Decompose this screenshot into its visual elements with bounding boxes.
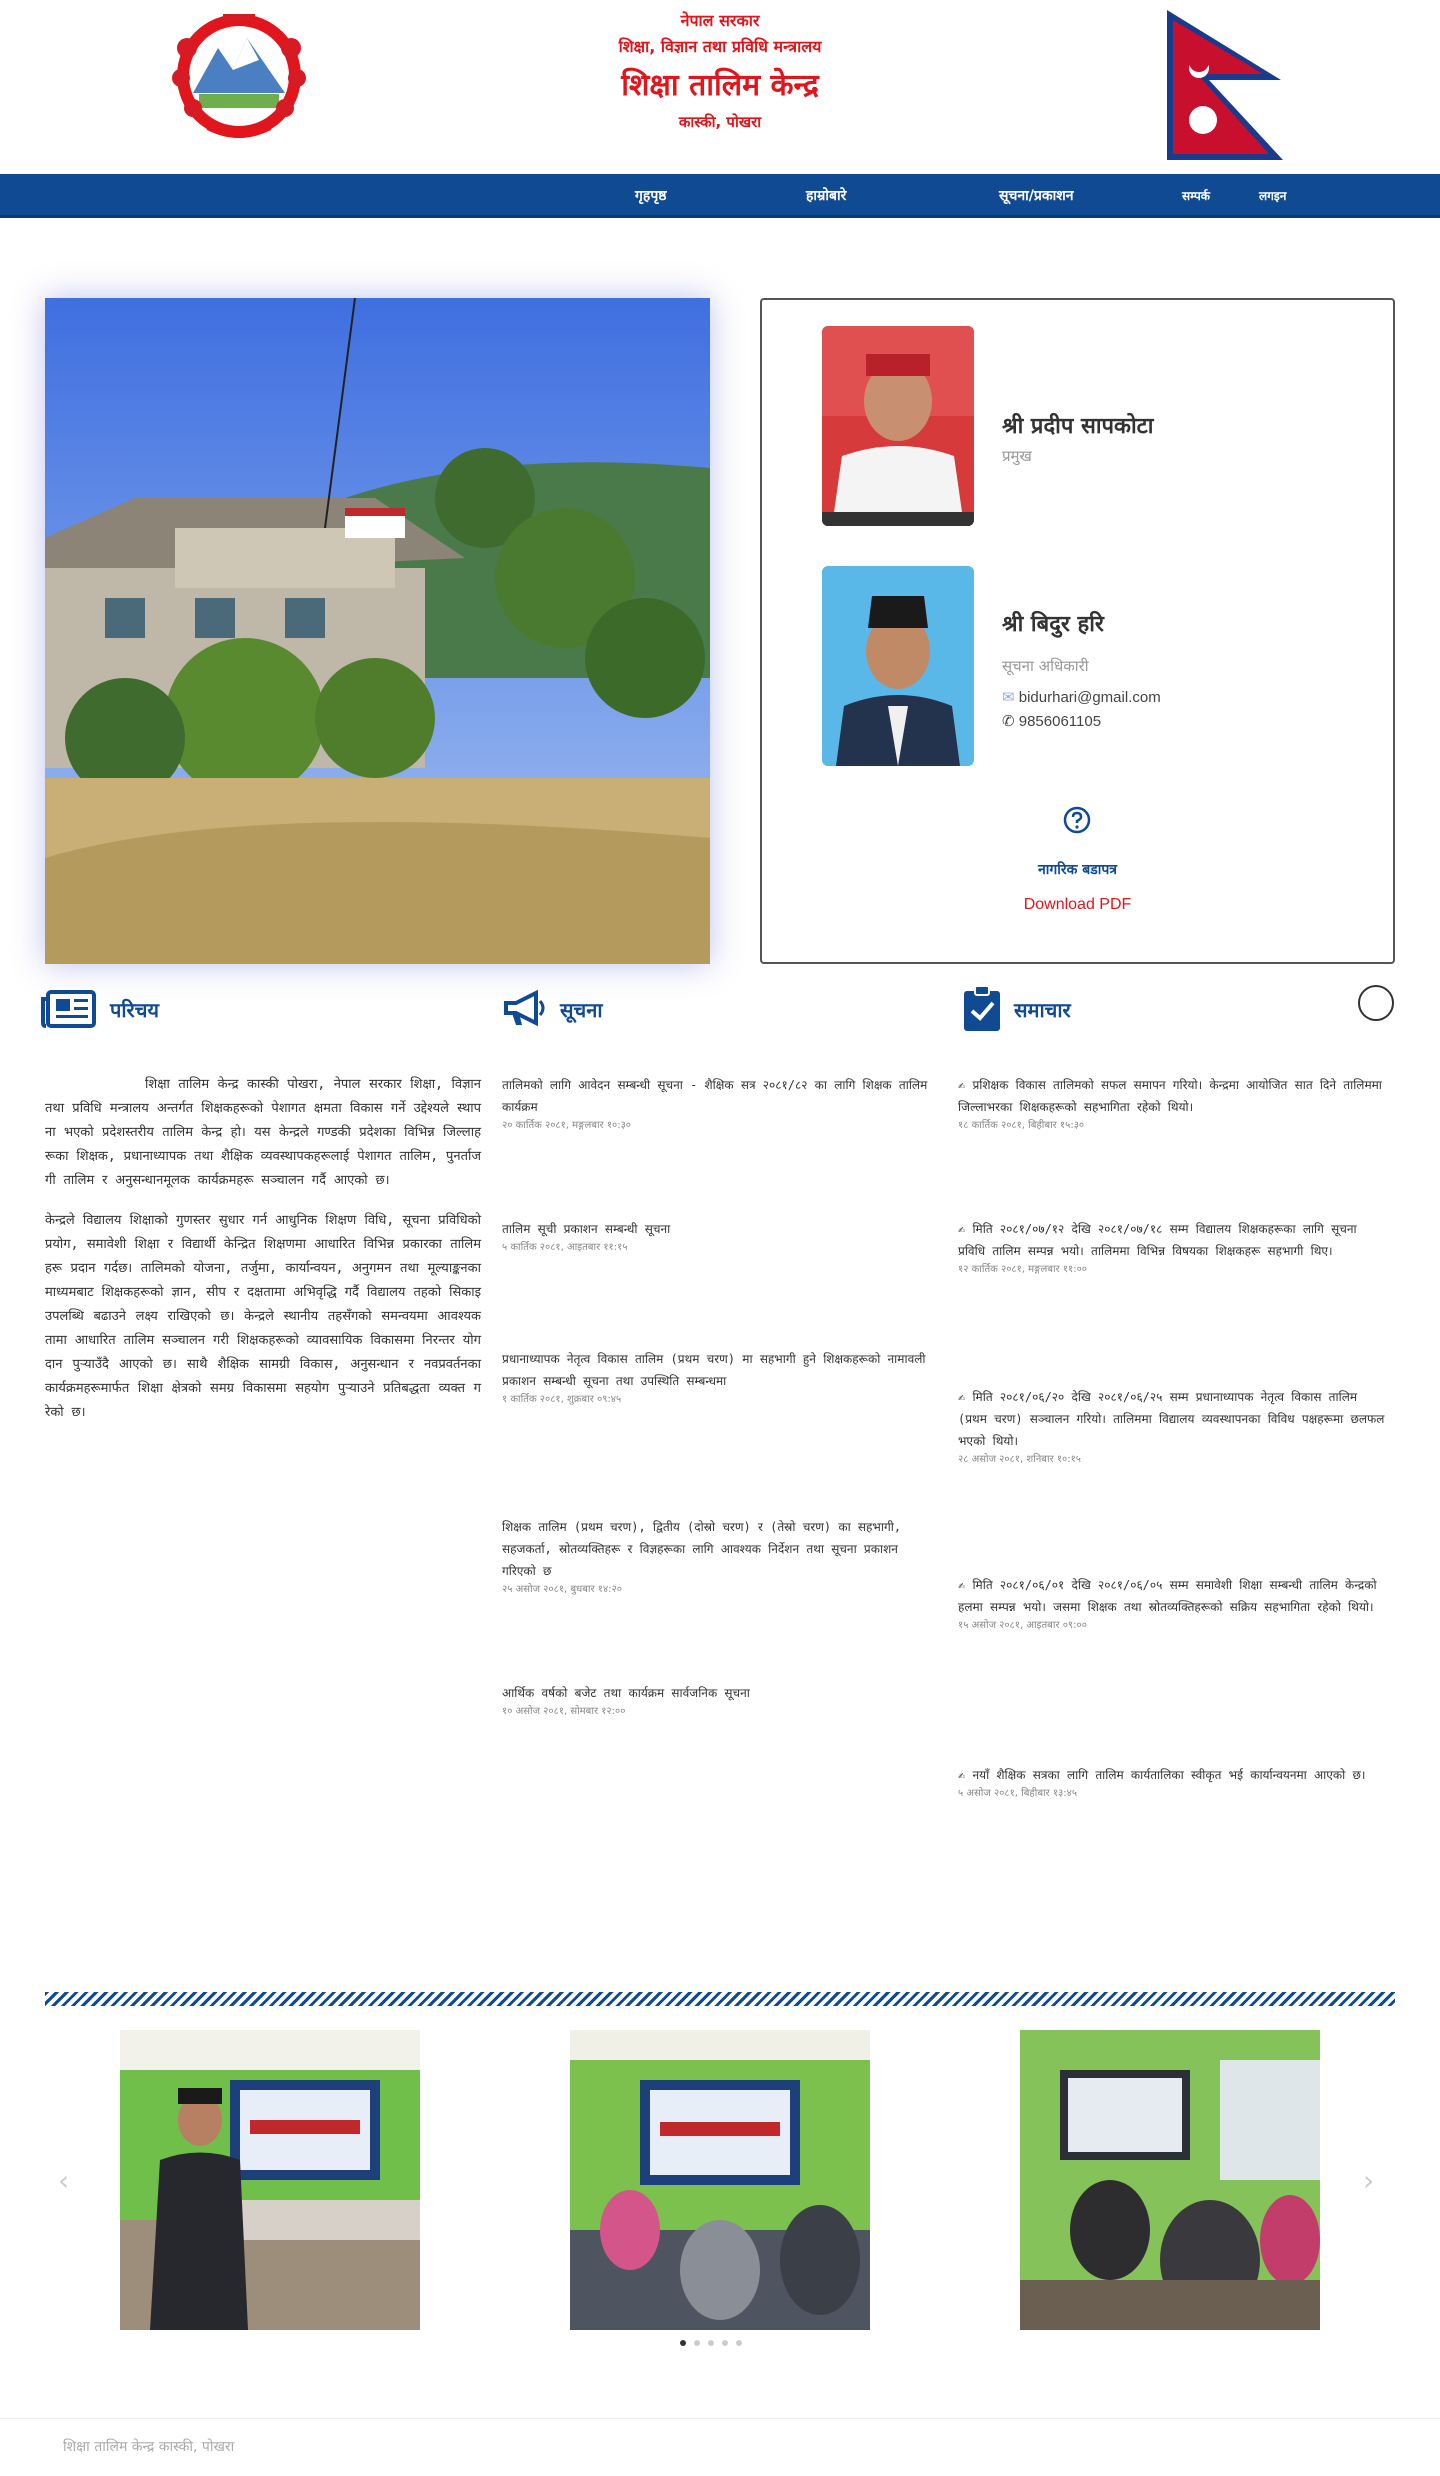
notice-date: १० असोज २०८१, सोमबार १२:०० [502,1706,626,1717]
gallery-image[interactable] [570,2030,870,2330]
notice-date: १ कार्तिक २०८१, शुक्रबार ०९:४५ [502,1394,622,1405]
email-icon: ✉ [1002,689,1015,706]
intro-paragraph-1: शिक्षा तालिम केन्द्र कास्की पोखरा, नेपाल… [45,1077,481,1188]
notice-text[interactable]: आर्थिक वर्षको बजेट तथा कार्यक्रम सार्वजन… [502,1682,932,1704]
info-officer-email[interactable]: ✉ bidurhari@gmail.com [1002,688,1161,706]
news-item[interactable]: ✍ नयाँ शैक्षिक सत्रका लागि तालिम कार्यता… [958,1764,1388,1802]
notice-item[interactable]: तालिम सूची प्रकाशन सम्बन्धी सूचना ५ कार्… [502,1218,932,1256]
carousel-dot[interactable] [680,2340,686,2346]
footer-text: शिक्षा तालिम केन्द्र कास्की, पोखरा [63,2439,235,2455]
building-image [45,298,710,964]
news-item[interactable]: ✍ प्रशिक्षक विकास तालिमको सफल समापन गरिय… [958,1074,1388,1134]
info-officer-title: सूचना अधिकारी [1002,657,1089,675]
news-item[interactable]: ✍ मिति २०८१/०७/१२ देखि २०८१/०७/१८ सम्म व… [958,1218,1388,1278]
notice-text[interactable]: शिक्षक तालिम (प्रथम चरण), द्वितीय (दोस्र… [502,1516,932,1582]
nepal-emblem-icon [172,14,306,138]
scroll-indicator-circle[interactable] [1358,985,1394,1021]
header-text: नेपाल सरकार शिक्षा, विज्ञान तथा प्रविधि … [400,8,1040,136]
intro-text: शिक्षा तालिम केन्द्र कास्की पोखरा, नेपाल… [45,1073,481,1441]
download-pdf-link[interactable]: Download PDF [762,896,1393,914]
info-officer-phone: ✆ 9856061105 [1002,712,1101,730]
intro-section-header: परिचय [40,985,159,1033]
notices-title: सूचना [560,997,603,1022]
email-text: bidurhari@gmail.com [1018,689,1161,706]
nepal-flag-icon [1167,10,1283,160]
news-section-header: समाचार [962,985,1071,1033]
carousel-dots [680,2340,742,2346]
notice-date: ५ कार्तिक २०८१, आइतबार ११:१५ [502,1242,628,1253]
nav-contact[interactable]: सम्पर्क [1182,174,1210,218]
notice-item[interactable]: शिक्षक तालिम (प्रथम चरण), द्वितीय (दोस्र… [502,1516,932,1598]
chief-title: प्रमुख [1002,447,1032,465]
intro-title: परिचय [110,997,160,1022]
megaphone-icon [504,989,545,1027]
nav-about[interactable]: हाम्रोबारे [806,174,846,218]
clipboard-check-icon [964,985,1000,1031]
nav-login[interactable]: लगइन [1259,174,1286,218]
notice-text[interactable]: तालिमको लागि आवेदन सम्बन्धी सूचना - शैक्… [502,1074,932,1118]
notice-date: २५ असोज २०८१, बुधबार १४:२० [502,1584,622,1595]
phone-icon: ✆ [1002,713,1015,730]
notice-text[interactable]: प्रधानाध्यापक नेतृत्व विकास तालिम (प्रथम… [502,1348,932,1392]
header-line-2: शिक्षा, विज्ञान तथा प्रविधि मन्त्रालय [618,37,822,56]
intro-paragraph-2: केन्द्रले विद्यालय शिक्षाको गुणस्तर सुधा… [45,1213,481,1420]
news-text[interactable]: ✍ मिति २०८१/०६/०१ देखि २०८१/०६/०५ सम्म स… [958,1574,1388,1618]
office-building-photo [45,298,710,964]
nav-home[interactable]: गृहपृष्ठ [635,174,667,218]
site-title: शिक्षा तालिम केन्द्र [621,68,819,103]
news-date: १२ कार्तिक २०८१, मङ्गलबार ११:०० [958,1264,1087,1275]
site-location: कास्की, पोखरा [678,113,762,131]
chief-photo [822,326,974,526]
news-date: ५ असोज २०८१, बिहीबार १३:४५ [958,1788,1078,1799]
citizen-charter-link[interactable]: नागरिक बडापत्र [762,860,1393,879]
info-officer-photo [822,566,974,766]
news-text[interactable]: ✍ मिति २०८१/०७/१२ देखि २०८१/०७/१८ सम्म व… [958,1218,1388,1262]
news-title: समाचार [1014,997,1071,1022]
question-circle-icon [1063,806,1091,834]
section-divider [45,1992,1395,2006]
news-item[interactable]: ✍ मिति २०८१/०६/०१ देखि २०८१/०६/०५ सम्म स… [958,1574,1388,1634]
carousel-dot[interactable] [736,2340,742,2346]
notice-date: २० कार्तिक २०८१, मङ्गलबार १०:३० [502,1120,631,1131]
gallery-image[interactable] [120,2030,420,2330]
officials-card: श्री प्रदीप सापकोटा प्रमुख श्री बिदुर हर… [760,298,1395,964]
news-date: १८ कार्तिक २०८१, बिहीबार १५:३० [958,1120,1085,1131]
nav-publications[interactable]: सूचना/प्रकाशन [999,174,1074,218]
chevron-left-icon[interactable]: ‹ [58,2164,69,2197]
notice-text[interactable]: तालिम सूची प्रकाशन सम्बन्धी सूचना [502,1218,932,1240]
news-item[interactable]: ✍ मिति २०८१/०६/२० देखि २०८१/०६/२५ सम्म प… [958,1386,1388,1468]
site-header: नेपाल सरकार शिक्षा, विज्ञान तथा प्रविधि … [0,0,1440,174]
news-text[interactable]: ✍ प्रशिक्षक विकास तालिमको सफल समापन गरिय… [958,1074,1388,1118]
news-text[interactable]: ✍ नयाँ शैक्षिक सत्रका लागि तालिम कार्यता… [958,1764,1388,1786]
news-date: १५ असोज २०८१, आइतबार ०९:०० [958,1620,1087,1631]
notice-item[interactable]: तालिमको लागि आवेदन सम्बन्धी सूचना - शैक्… [502,1074,932,1134]
main-navbar: गृहपृष्ठ हाम्रोबारे सूचना/प्रकाशन सम्पर्… [0,174,1440,218]
carousel-dot[interactable] [708,2340,714,2346]
gallery-image[interactable] [1020,2030,1320,2330]
chief-name: श्री प्रदीप सापकोटा [1002,414,1154,439]
newspaper-icon [41,990,96,1028]
notice-item[interactable]: प्रधानाध्यापक नेतृत्व विकास तालिम (प्रथम… [502,1348,932,1408]
phone-text: 9856061105 [1018,713,1102,730]
chevron-right-icon[interactable]: › [1363,2164,1374,2197]
info-officer-name: श्री बिदुर हरि [1002,612,1104,637]
notice-item[interactable]: आर्थिक वर्षको बजेट तथा कार्यक्रम सार्वजन… [502,1682,932,1720]
news-text[interactable]: ✍ मिति २०८१/०६/२० देखि २०८१/०६/२५ सम्म प… [958,1386,1388,1452]
carousel-dot[interactable] [694,2340,700,2346]
news-date: २८ असोज २०८१, शनिबार १०:१५ [958,1454,1082,1465]
carousel-dot[interactable] [722,2340,728,2346]
notices-section-header: सूचना [502,985,603,1033]
footer-divider [0,2418,1440,2419]
header-line-1: नेपाल सरकार [680,11,760,30]
